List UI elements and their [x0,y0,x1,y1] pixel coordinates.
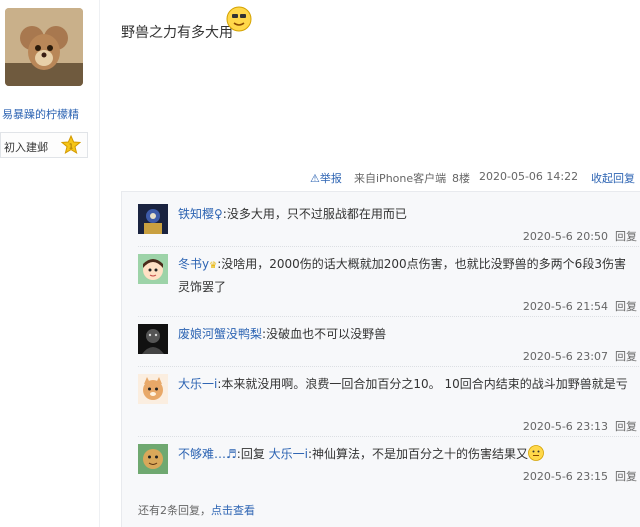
reply-time: 2020-5-6 23:15 [522,470,608,483]
svg-text:1: 1 [69,143,73,151]
reply-meta: 2020-5-6 23:13 回复 [523,418,637,434]
reply-prefix: 回复 [240,447,265,461]
reply-divider [138,246,640,247]
reply-mention[interactable]: 大乐一i [269,447,308,461]
reply-avatar[interactable] [138,324,168,354]
reply-meta: 2020-5-6 21:54 回复 [523,298,637,314]
reply-avatar[interactable] [138,444,168,474]
reply-divider [138,366,640,367]
reply-meta: 2020-5-6 23:15 回复 [523,468,637,484]
post-source: 来自iPhone客户端 [354,172,447,185]
reply-text: 没多大用，只不过服战都在用而已 [226,207,407,221]
author-name[interactable]: 易暴躁的柠檬精 [2,106,79,122]
reply-action-link[interactable]: 回复 [615,470,637,483]
floor-number: 8楼 [452,172,470,185]
smiley-emoji-icon [528,445,544,461]
reply-text: 本来就没用啊。浪费一回合加百分之10。 10回合内结束的战斗加野兽就是亏 [221,377,628,391]
reply-content: 废娘河蟹没鸭梨:没破血也不可以没野兽 [178,324,628,345]
reply-avatar[interactable] [138,374,168,404]
post-datetime: 2020-05-06 14:22 [479,170,579,183]
collapse-replies-link[interactable]: 收起回复 [591,170,635,186]
reply-username[interactable]: 不够难…♬ [178,447,237,461]
reply-content: 铁知樱♀:没多大用，只不过服战都在用而已 [178,204,628,225]
reply-time: 2020-5-6 23:07 [522,350,608,363]
report-link[interactable]: ⚠举报 [310,170,342,186]
author-avatar[interactable] [5,8,83,86]
vip-crown-icon: ♛ [209,261,218,271]
reply-content: 冬书y♛:没啥用，2000伤的话大概就加200点伤害，也就比没野兽的多两个6段3… [178,254,628,298]
reply-text: 没破血也不可以没野兽 [266,327,387,341]
reply-action-link[interactable]: 回复 [615,420,637,433]
view-more-link[interactable]: 点击查看 [211,504,255,517]
level-title: 初入建邺 [4,141,48,154]
post-content: 野兽之力有多大用 [121,25,233,41]
reply-content: 大乐一i:本来就没用啊。浪费一回合加百分之10。 10回合内结束的战斗加野兽就是… [178,374,628,395]
reply-action-link[interactable]: 回复 [615,300,637,313]
warning-icon: ⚠ [310,172,320,185]
reply-avatar[interactable] [138,254,168,284]
star-badge-icon[interactable]: 1 [60,134,82,155]
reply-meta: 2020-5-6 23:07 回复 [523,348,637,364]
reply-time: 2020-5-6 20:50 [522,230,608,243]
reply-username[interactable]: 冬书y [178,257,209,271]
level-badge: 初入建邺 1 [0,132,88,158]
reply-content: 不够难…♬:回复 大乐一i:神仙算法，不是加百分之十的伤害结果又 [178,444,628,465]
smiley-emoji-icon [226,6,252,32]
more-replies: 还有2条回复，点击查看 [138,502,255,518]
reply-action-link[interactable]: 回复 [615,350,637,363]
reply-username[interactable]: 铁知樱♀ [178,207,223,221]
more-replies-text: 还有2条回复， [138,504,211,517]
reply-text: 没啥用，2000伤的话大概就加200点伤害，也就比没野兽的多两个6段3伤害灵饰罢… [178,257,626,294]
reply-username[interactable]: 废娘河蟹没鸭梨 [178,327,262,341]
reply-username[interactable]: 大乐一i [178,377,217,391]
post-meta: ⚠举报 来自iPhone客户端 8楼 2020-05-06 14:22 收起回复 [310,170,640,186]
reply-time: 2020-5-6 21:54 [522,300,608,313]
reply-text: :神仙算法，不是加百分之十的伤害结果又 [308,447,529,461]
reply-meta: 2020-5-6 20:50 回复 [523,228,637,244]
reply-action-link[interactable]: 回复 [615,230,637,243]
author-panel: 易暴躁的柠檬精 初入建邺 1 [0,0,100,527]
reply-list: 铁知樱♀:没多大用，只不过服战都在用而已 2020-5-6 20:50 回复 冬… [121,191,640,527]
reply-time: 2020-5-6 23:13 [522,420,608,433]
reply-divider [138,436,640,437]
reply-avatar[interactable] [138,204,168,234]
reply-divider [138,316,640,317]
